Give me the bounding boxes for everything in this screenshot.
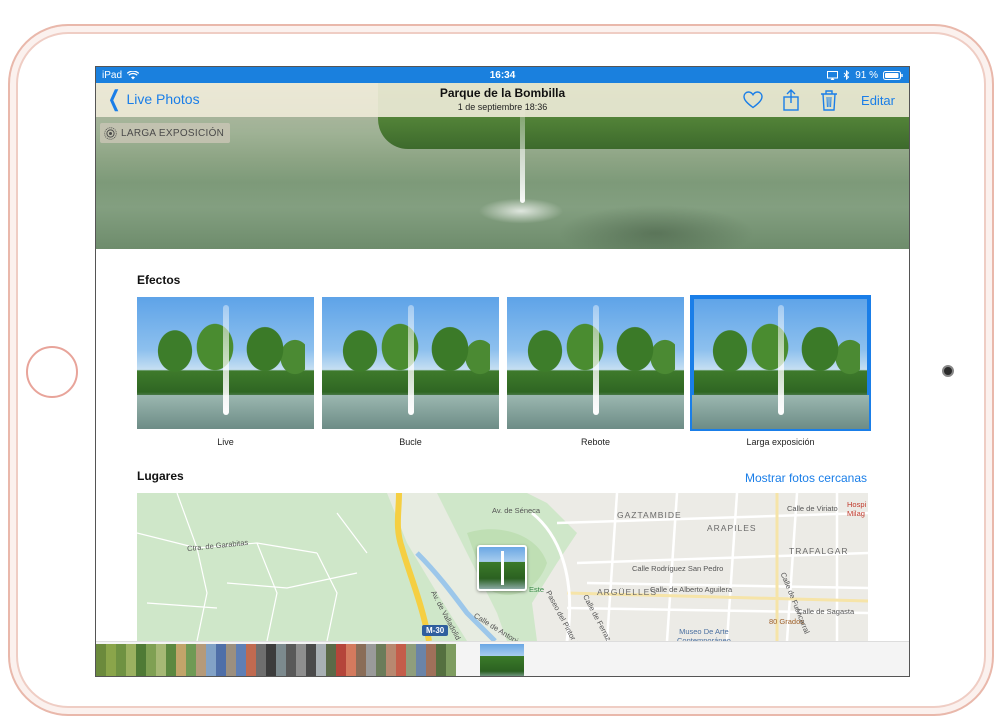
filmstrip-frame[interactable]	[326, 644, 336, 676]
filmstrip-frame[interactable]	[206, 644, 216, 676]
effect-larga-exposicion[interactable]: Larga exposición	[690, 295, 871, 457]
filmstrip-frame[interactable]	[406, 644, 416, 676]
filmstrip-frame[interactable]	[276, 644, 286, 676]
map-label-arguelles: ARGÜELLES	[597, 587, 658, 597]
filmstrip-frame[interactable]	[396, 644, 406, 676]
effect-label: Bucle	[399, 437, 422, 447]
effect-bucle[interactable]: Bucle	[322, 297, 499, 457]
filmstrip-frame[interactable]	[336, 644, 346, 676]
places-title: Lugares	[137, 469, 184, 483]
filmstrip-frame[interactable]	[116, 644, 126, 676]
chevron-left-icon: ❮	[107, 86, 121, 111]
filmstrip-frame[interactable]	[166, 644, 176, 676]
effect-thumbnail	[137, 297, 314, 429]
filmstrip-frame[interactable]	[366, 644, 376, 676]
battery-icon	[883, 70, 903, 80]
effect-thumbnail	[690, 295, 871, 431]
map-label-calle-rodriguez: Calle Rodríguez San Pedro	[632, 564, 724, 573]
effects-list: Live Bucle Rebote Larga exposición	[137, 295, 871, 457]
effect-label: Larga exposición	[746, 437, 815, 447]
screen: iPad 16:34 91 % ❮ Live Photos Parque de …	[95, 66, 910, 677]
navigation-bar: ❮ Live Photos Parque de la Bombilla 1 de…	[96, 83, 909, 117]
map-label-calle-viriato: Calle de Viriato	[787, 504, 838, 513]
photo-filmstrip[interactable]	[96, 641, 909, 676]
filmstrip-frame[interactable]	[416, 644, 426, 676]
live-photo-icon	[104, 126, 117, 140]
map-label-calle-alberto: Calle de Alberto Aguilera	[650, 585, 733, 594]
map-label-museo: Museo De Arte Contemporáneo	[677, 627, 731, 641]
filmstrip-frame[interactable]	[226, 644, 236, 676]
filmstrip-frame[interactable]	[256, 644, 266, 676]
filmstrip-frame[interactable]	[216, 644, 226, 676]
filmstrip-frame[interactable]	[246, 644, 256, 676]
carrier-label: iPad	[102, 69, 123, 81]
places-map[interactable]: Av. de Séneca GAZTAMBIDE ARAPILES TRAFAL…	[137, 493, 868, 641]
road-badge-m30: M-30	[422, 625, 449, 636]
wifi-icon	[127, 70, 140, 79]
photo-fountain-jet	[520, 103, 525, 203]
filmstrip-frame[interactable]	[426, 644, 436, 676]
effects-title: Efectos	[137, 273, 181, 287]
filmstrip-frame[interactable]	[306, 644, 316, 676]
effect-label: Rebote	[580, 437, 611, 447]
filmstrip-frame[interactable]	[176, 644, 186, 676]
map-label-av-seneca: Av. de Séneca	[492, 506, 541, 515]
home-button[interactable]	[26, 346, 78, 398]
status-time: 16:34	[489, 69, 516, 81]
filmstrip-frame[interactable]	[376, 644, 386, 676]
filmstrip-frame[interactable]	[186, 644, 196, 676]
bluetooth-icon	[843, 70, 850, 80]
effect-label: Live	[217, 437, 234, 447]
effect-live[interactable]: Live	[137, 297, 314, 457]
filmstrip-frame[interactable]	[196, 644, 206, 676]
map-label-este: Este	[529, 585, 545, 594]
live-photo-effect-badge: LARGA EXPOSICIÓN	[100, 123, 231, 143]
front-camera	[942, 365, 954, 377]
effect-thumbnail	[322, 297, 499, 429]
map-photo-pin[interactable]	[477, 545, 527, 591]
filmstrip-frame[interactable]	[126, 644, 136, 676]
filmstrip-frame[interactable]	[146, 644, 156, 676]
filmstrip-frame[interactable]	[266, 644, 276, 676]
filmstrip-frame[interactable]	[356, 644, 366, 676]
filmstrip-frame[interactable]	[106, 644, 116, 676]
show-nearby-photos-link[interactable]: Mostrar fotos cercanas	[745, 471, 867, 485]
filmstrip-frame[interactable]	[446, 644, 456, 676]
filmstrip-frame[interactable]	[286, 644, 296, 676]
map-label-hospital: Hospi Milag	[847, 500, 867, 518]
effect-thumbnail	[507, 297, 684, 429]
status-bar: iPad 16:34 91 %	[96, 67, 909, 83]
filmstrip-frame[interactable]	[386, 644, 396, 676]
filmstrip-frame[interactable]	[96, 644, 106, 676]
back-button[interactable]: ❮ Live Photos	[105, 86, 200, 111]
filmstrip-frame[interactable]	[436, 644, 446, 676]
trash-icon[interactable]	[819, 89, 839, 111]
share-icon[interactable]	[781, 89, 801, 111]
filmstrip-frame[interactable]	[136, 644, 146, 676]
badge-label: LARGA EXPOSICIÓN	[121, 127, 225, 139]
filmstrip-frame[interactable]	[346, 644, 356, 676]
filmstrip-frame[interactable]	[296, 644, 306, 676]
map-label-arapiles: ARAPILES	[707, 523, 757, 533]
filmstrip-frame[interactable]	[316, 644, 326, 676]
effect-rebote[interactable]: Rebote	[507, 297, 684, 457]
filmstrip-frame-current[interactable]	[480, 644, 524, 676]
battery-percent: 91 %	[855, 69, 878, 81]
edit-button[interactable]: Editar	[861, 93, 895, 108]
back-button-label: Live Photos	[126, 91, 200, 107]
filmstrip-frame[interactable]	[156, 644, 166, 676]
heart-icon[interactable]	[743, 89, 763, 111]
map-label-calle-sagasta: Calle de Sagasta	[797, 607, 855, 616]
map-label-trafalgar: TRAFALGAR	[789, 546, 849, 556]
map-label-gaztambide: GAZTAMBIDE	[617, 510, 682, 520]
filmstrip-frame[interactable]	[236, 644, 246, 676]
screen-mirroring-icon	[827, 70, 839, 80]
